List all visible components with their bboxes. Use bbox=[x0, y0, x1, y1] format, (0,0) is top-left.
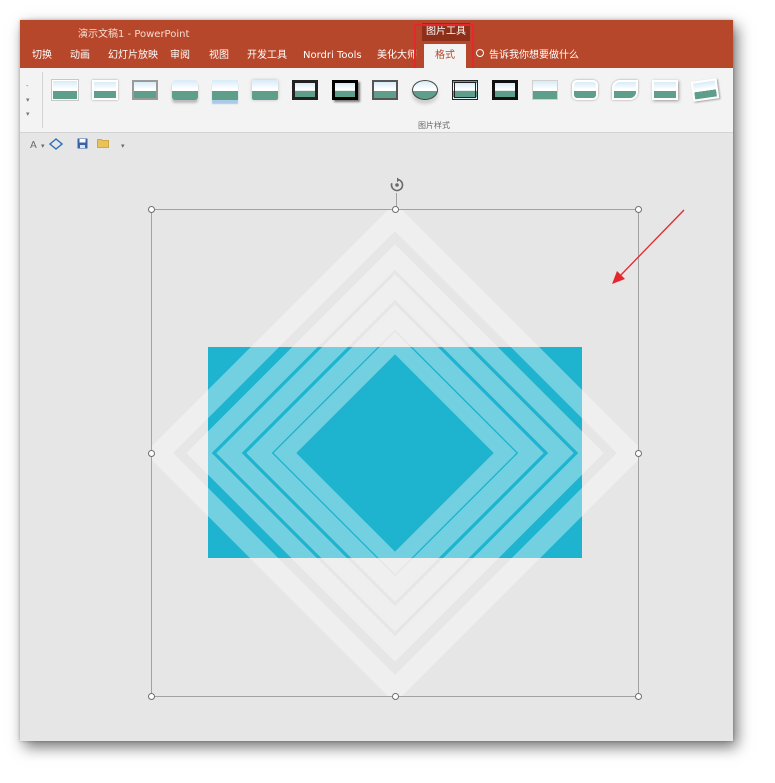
picture-style-thumbnail[interactable] bbox=[528, 76, 562, 106]
resize-handle-top-left[interactable] bbox=[148, 206, 155, 213]
picture-style-thumbnail[interactable] bbox=[408, 76, 442, 106]
ribbon-panel: - ▾ ▾ 图片样式 bbox=[20, 68, 733, 133]
picture-style-thumbnail[interactable] bbox=[88, 76, 122, 106]
picture-style-thumbnail[interactable] bbox=[168, 76, 202, 106]
resize-handle-bottom-left[interactable] bbox=[148, 693, 155, 700]
tab-developer[interactable]: 开发工具 bbox=[247, 44, 287, 68]
tab-slideshow[interactable]: 幻灯片放映 bbox=[108, 44, 158, 68]
tell-me-box[interactable]: 告诉我你想要做什么 bbox=[476, 44, 579, 68]
quick-access-toolbar: A ▾ ▾ bbox=[20, 138, 733, 154]
picture-style-thumbnail[interactable] bbox=[48, 76, 82, 106]
dropdown-arrow[interactable]: ▾ bbox=[41, 138, 45, 154]
tab-nordri-tools[interactable]: Nordri Tools bbox=[303, 44, 362, 68]
format-tab-highlight bbox=[414, 24, 474, 72]
resize-handle-right[interactable] bbox=[635, 450, 642, 457]
tab-beautify-master[interactable]: 美化大师 bbox=[377, 44, 417, 68]
picture-style-thumbnail[interactable] bbox=[368, 76, 402, 106]
picture-style-thumbnail[interactable] bbox=[648, 76, 682, 106]
font-color-icon[interactable]: A bbox=[30, 138, 37, 154]
picture-style-thumbnail[interactable] bbox=[288, 76, 322, 106]
folder-icon[interactable] bbox=[97, 138, 109, 154]
picture-style-thumbnail[interactable] bbox=[128, 76, 162, 106]
picture-style-thumbnail[interactable] bbox=[608, 76, 642, 106]
selection-frame bbox=[151, 209, 639, 697]
save-icon[interactable] bbox=[77, 138, 88, 155]
resize-handle-bottom-right[interactable] bbox=[635, 693, 642, 700]
tab-animations[interactable]: 动画 bbox=[70, 44, 90, 68]
resize-handle-top[interactable] bbox=[392, 206, 399, 213]
tab-transitions[interactable]: 切换 bbox=[32, 44, 52, 68]
picture-styles-group-label: 图片样式 bbox=[418, 121, 450, 130]
resize-handle-bottom[interactable] bbox=[392, 693, 399, 700]
tell-me-label: 告诉我你想要做什么 bbox=[489, 50, 579, 61]
picture-style-thumbnail[interactable] bbox=[208, 76, 242, 106]
picture-style-thumbnail[interactable] bbox=[488, 76, 522, 106]
resize-handle-left[interactable] bbox=[148, 450, 155, 457]
ribbon-scroll-strip[interactable]: - ▾ ▾ bbox=[20, 72, 36, 128]
picture-styles-gallery bbox=[48, 76, 733, 112]
lightbulb-icon bbox=[476, 49, 484, 57]
slide-canvas[interactable] bbox=[20, 154, 733, 741]
title-bar: 演示文稿1 - PowerPoint 图片工具 bbox=[20, 20, 733, 44]
ribbon-divider bbox=[42, 72, 43, 128]
picture-style-thumbnail[interactable] bbox=[448, 76, 482, 106]
red-annotation-arrow bbox=[612, 209, 685, 284]
window-title: 演示文稿1 - PowerPoint bbox=[78, 29, 190, 40]
picture-style-thumbnail[interactable] bbox=[688, 76, 722, 106]
rotate-handle-icon[interactable] bbox=[389, 177, 405, 193]
powerpoint-window: 演示文稿1 - PowerPoint 图片工具 切换 动画 幻灯片放映 审阅 视… bbox=[20, 20, 733, 741]
picture-style-thumbnail[interactable] bbox=[328, 76, 362, 106]
ribbon-tab-bar: 切换 动画 幻灯片放映 审阅 视图 开发工具 Nordri Tools 美化大师… bbox=[20, 44, 733, 68]
qat-customize-arrow[interactable]: ▾ bbox=[121, 138, 125, 154]
picture-style-thumbnail[interactable] bbox=[248, 76, 282, 106]
tab-review[interactable]: 审阅 bbox=[170, 44, 190, 68]
picture-style-thumbnail[interactable] bbox=[568, 76, 602, 106]
tab-view[interactable]: 视图 bbox=[209, 44, 229, 68]
